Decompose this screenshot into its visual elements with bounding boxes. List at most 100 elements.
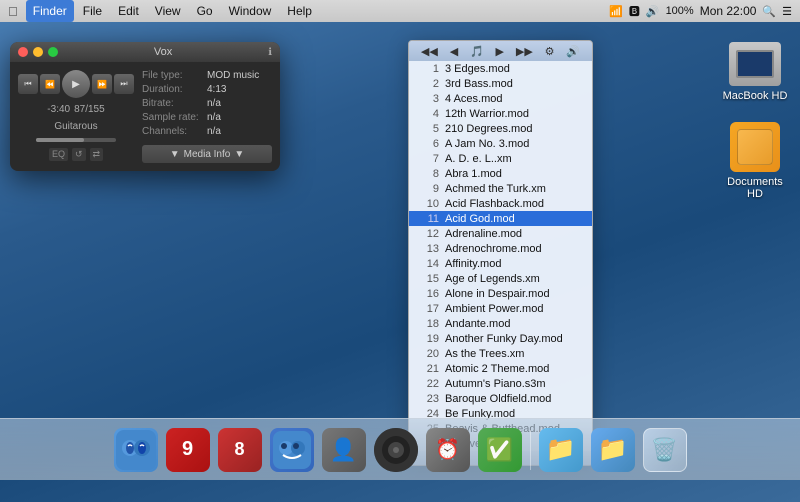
list-item[interactable]: 412th Warrior.mod	[409, 106, 592, 121]
list-item[interactable]: 14Affinity.mod	[409, 256, 592, 271]
dd-nav-right[interactable]: ▶▶	[516, 45, 533, 58]
battery-icon: 100%	[666, 5, 694, 17]
list-item[interactable]: 12Adrenaline.mod	[409, 226, 592, 241]
dock-ical-icon: 8	[218, 428, 262, 472]
player-title: Vox	[63, 46, 263, 58]
list-item[interactable]: 15Age of Legends.xm	[409, 271, 592, 286]
forward-button[interactable]: ⏩	[92, 74, 112, 94]
list-item[interactable]: 9Achmed the Turk.xm	[409, 181, 592, 196]
dock-address-book[interactable]: 9	[164, 426, 212, 474]
wifi-icon: 📶	[609, 5, 623, 18]
item-number: 20	[417, 348, 439, 360]
dock-finder-face[interactable]	[268, 426, 316, 474]
dock-folder-2[interactable]: 📁	[589, 426, 637, 474]
list-item[interactable]: 6A Jam No. 3.mod	[409, 136, 592, 151]
list-item[interactable]: 34 Aces.mod	[409, 91, 592, 106]
dock-speakers[interactable]	[372, 426, 420, 474]
item-name: Another Funky Day.mod	[445, 333, 563, 345]
dock-folder-1[interactable]: 📁	[537, 426, 585, 474]
list-item[interactable]: 7A. D. e. L..xm	[409, 151, 592, 166]
dock-time-machine[interactable]: ⏰	[424, 426, 472, 474]
close-button[interactable]	[18, 47, 28, 57]
dock-time-machine-icon: ⏰	[426, 428, 470, 472]
list-item[interactable]: 5210 Degrees.mod	[409, 121, 592, 136]
shuffle-button[interactable]: ⇄	[90, 148, 104, 161]
item-number: 10	[417, 198, 439, 210]
dock-ical[interactable]: 8	[216, 426, 264, 474]
item-name: Acid God.mod	[445, 213, 515, 225]
list-item[interactable]: 19Another Funky Day.mod	[409, 331, 592, 346]
dock-migration[interactable]: 👤	[320, 426, 368, 474]
repeat-button[interactable]: ↺	[72, 148, 86, 161]
list-item[interactable]: 20As the Trees.xm	[409, 346, 592, 361]
item-number: 21	[417, 363, 439, 375]
menu-window[interactable]: Window	[222, 0, 279, 22]
list-item[interactable]: 10Acid Flashback.mod	[409, 196, 592, 211]
volume-slider[interactable]	[36, 138, 116, 142]
list-item[interactable]: 16Alone in Despair.mod	[409, 286, 592, 301]
list-item[interactable]: 17Ambient Power.mod	[409, 301, 592, 316]
list-item[interactable]: 11Acid God.mod	[409, 211, 592, 226]
dd-nav-left[interactable]: ◀◀	[421, 45, 438, 58]
item-name: Andante.mod	[445, 318, 510, 330]
player-window: Vox ℹ ⏮ ⏪ ▶ ⏩ ⏭ -3:40 87/155 Guitarous	[10, 42, 280, 171]
sample-rate-value: n/a	[207, 112, 221, 123]
eq-button[interactable]: EQ	[49, 148, 68, 161]
list-item[interactable]: 13Adrenochrome.mod	[409, 241, 592, 256]
dd-nav-next[interactable]: ▶	[496, 45, 504, 58]
dropdown-header: ◀◀ ◀ 🎵 ▶ ▶▶ ⚙ 🔊	[409, 41, 592, 61]
item-name: 3rd Bass.mod	[445, 78, 513, 90]
menu-help[interactable]: Help	[280, 0, 319, 22]
time-elapsed: -3:40	[47, 104, 70, 115]
dd-nav-prev[interactable]: ◀	[450, 45, 458, 58]
dd-settings-icon[interactable]: ⚙	[545, 45, 555, 58]
menu-view[interactable]: View	[148, 0, 188, 22]
player-info-icon[interactable]: ℹ	[268, 47, 272, 58]
media-info-button[interactable]: ▼ Media Info ▼	[142, 145, 272, 163]
item-number: 4	[417, 108, 439, 120]
menu-go[interactable]: Go	[190, 0, 220, 22]
dock-trash[interactable]: 🗑️	[641, 426, 689, 474]
item-number: 17	[417, 303, 439, 315]
menu-finder[interactable]: Finder	[26, 0, 74, 22]
dock-finder[interactable]	[112, 426, 160, 474]
menu-file[interactable]: File	[76, 0, 109, 22]
bitrate-label: Bitrate:	[142, 98, 207, 109]
list-item[interactable]: 18Andante.mod	[409, 316, 592, 331]
dock-speakers-icon	[374, 428, 418, 472]
list-item[interactable]: 23Baroque Oldfield.mod	[409, 391, 592, 406]
dock-omnifocus[interactable]: ✅	[476, 426, 524, 474]
maximize-button[interactable]	[48, 47, 58, 57]
list-item[interactable]: 23rd Bass.mod	[409, 76, 592, 91]
dock-address-book-icon: 9	[166, 428, 210, 472]
minimize-button[interactable]	[33, 47, 43, 57]
desktop: Vox ℹ ⏮ ⏪ ▶ ⏩ ⏭ -3:40 87/155 Guitarous	[0, 22, 800, 480]
item-number: 6	[417, 138, 439, 150]
item-number: 14	[417, 258, 439, 270]
item-number: 15	[417, 273, 439, 285]
apple-logo-icon[interactable]: 	[8, 4, 18, 19]
dock-separator	[530, 430, 531, 470]
item-name: A. D. e. L..xm	[445, 153, 512, 165]
dock-finder-icon	[114, 428, 158, 472]
sample-rate-label: Sample rate:	[142, 112, 207, 123]
search-icon[interactable]: 🔍	[762, 5, 776, 18]
documents-hd-icon[interactable]: Documents HD	[720, 122, 790, 200]
list-item[interactable]: 13 Edges.mod	[409, 61, 592, 76]
play-button[interactable]: ▶	[62, 70, 90, 98]
track-position: 87/155	[74, 104, 105, 115]
list-icon[interactable]: ☰	[782, 5, 792, 18]
media-info-dropdown-icon: ▼	[170, 149, 180, 160]
rewind-button[interactable]: ⏪	[40, 74, 60, 94]
item-number: 3	[417, 93, 439, 105]
macbook-hd-icon[interactable]: MacBook HD	[720, 42, 790, 102]
dd-speaker-icon[interactable]: 🔊	[566, 45, 580, 58]
item-number: 22	[417, 378, 439, 390]
list-item[interactable]: 22Autumn's Piano.s3m	[409, 376, 592, 391]
next-button[interactable]: ⏭	[114, 74, 134, 94]
menu-edit[interactable]: Edit	[111, 0, 146, 22]
menubar:  Finder File Edit View Go Window Help 📶…	[0, 0, 800, 22]
list-item[interactable]: 8Abra 1.mod	[409, 166, 592, 181]
list-item[interactable]: 21Atomic 2 Theme.mod	[409, 361, 592, 376]
prev-button[interactable]: ⏮	[18, 74, 38, 94]
